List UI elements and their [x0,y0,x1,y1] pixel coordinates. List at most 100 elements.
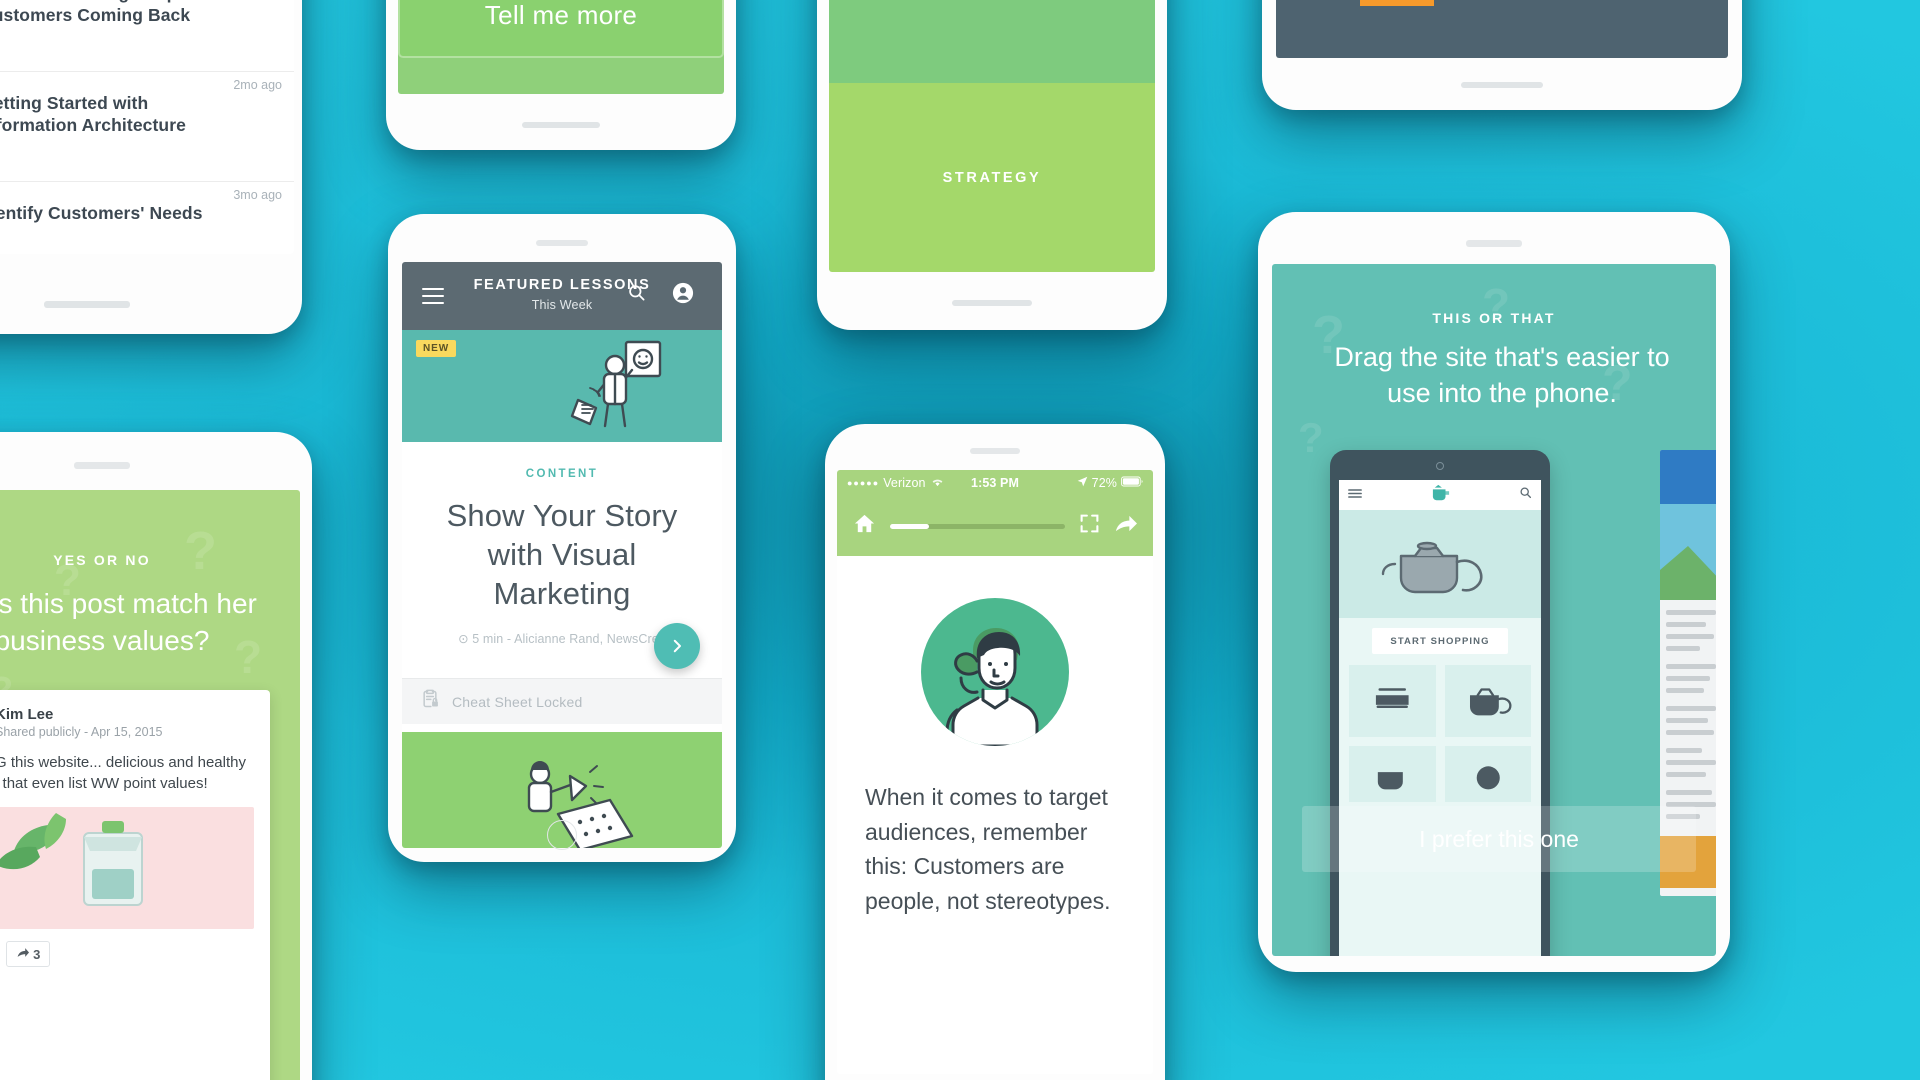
earpiece-speaker [1466,240,1522,247]
lesson-progress-bar[interactable] [890,523,1065,529]
lesson-category: CONTENT [525,468,599,480]
tell-me-more-screen: Tell me more [398,0,724,94]
search-icon[interactable] [627,283,646,307]
categories-screen: MEASUREMENT STRATEGY [829,0,1155,272]
prefer-this-one-button[interactable]: I prefer this one [1302,806,1696,872]
lesson-title: How Remarketing Keeps Customers Coming B… [0,0,191,26]
tell-me-more-button[interactable]: Tell me more [398,0,724,58]
ios-status-bar: ●●●●● Verizon 1:53 PM 72% [837,470,1153,496]
mini-product-grid [1339,654,1541,737]
share-icon[interactable] [1114,512,1137,540]
yes-or-no-phone: ? ? ? ? ? ? ✕ YES OR NO Does this post m… [0,432,312,1080]
yes-or-no-kicker: YES OR NO [53,552,151,568]
post-author: Kim Lee [0,706,54,723]
lessons-list[interactable]: Target, Pitch, and Win Over the Media [0,0,294,254]
person-holding-photo-illustration [560,338,670,439]
puzzle-piece-orange [1360,0,1434,6]
post-meta: Shared publicly - Apr 15, 2015 [0,725,163,739]
mini-site-header [1339,480,1541,510]
categories-phone: MEASUREMENT STRATEGY [817,0,1167,330]
category-band-measurement[interactable]: MEASUREMENT [829,0,1155,84]
featured-lessons-phone: FEATURED LESSONS This Week NEW CONTENT S… [388,214,736,862]
list-item[interactable]: Getting Started with Information Archite… [0,72,294,182]
search-icon[interactable] [1519,486,1532,504]
post-image [0,807,254,929]
post-text: LOVING this website... delicious and hea… [0,754,246,792]
earpiece-speaker [970,448,1020,454]
next-lesson-button[interactable] [654,623,700,670]
screenshot-stage: Target, Pitch, and Win Over the Media [0,0,1920,1080]
post-header: Kim Lee Shared publicly - Apr 15, 2015 [0,706,254,740]
clock-label: 1:53 PM [971,476,1019,490]
lesson-illustration [837,556,1153,746]
earpiece-speaker [536,240,588,246]
tell-me-more-phone: Tell me more [386,0,736,150]
cheat-sheet-row[interactable]: Cheat Sheet Locked [402,678,722,724]
product-tile-3[interactable] [1349,746,1436,802]
puzzle-screen [1276,0,1728,58]
lesson-card-screen: ●●●●● Verizon 1:53 PM 72% When it comes … [837,470,1153,1074]
product-tile-press[interactable] [1349,665,1436,737]
list-item[interactable]: Identify Customers' Needs 3mo ago [0,182,294,254]
fullscreen-icon[interactable] [1079,513,1100,539]
share-arrow-icon [16,946,30,962]
home-indicator [522,122,600,128]
share-count: 3 [33,946,41,962]
person-thinking-illustration [921,598,1069,746]
lessons-list-phone: Target, Pitch, and Win Over the Media [0,0,302,334]
lesson-body-text: When it comes to target audiences, remem… [865,784,1111,914]
product-tile-teapot[interactable] [1444,665,1531,737]
lesson-title: Getting Started with Information Archite… [0,93,186,136]
home-indicator [44,301,130,308]
mini-phone-screen: START SHOPPING [1339,480,1541,956]
post-stats: +12 3 [0,941,254,967]
mini-product-grid-2 [1339,737,1541,802]
puzzle-phone [1262,0,1742,110]
lesson-title: Identify Customers' Needs [0,203,203,223]
this-or-that-screen: ? ? ? ? THIS OR THAT Drag the site that'… [1272,264,1716,956]
teapot-logo-icon [1429,484,1453,507]
social-post-card[interactable]: Kim Lee Shared publicly - Apr 15, 2015 L… [0,690,270,1080]
lesson-meta-text: 5 min - Alicianne Rand, NewsCred [472,632,666,647]
mini-site-hero [1339,510,1541,618]
hamburger-icon[interactable] [1348,486,1362,504]
yes-or-no-screen: ? ? ? ? ? ? ✕ YES OR NO Does this post m… [0,490,300,1080]
earpiece-speaker [74,462,130,469]
yes-or-no-question: Does this post match her business values… [0,588,257,656]
product-tile-4[interactable] [1444,746,1531,802]
this-or-that-phone: ? ? ? ? THIS OR THAT Drag the site that'… [1258,212,1730,972]
start-shopping-label: START SHOPPING [1390,635,1490,647]
this-or-that-instruction: Drag the site that's easier to use into … [1334,342,1670,408]
mini-phone-mockup[interactable]: START SHOPPING [1330,450,1550,956]
new-badge: NEW [416,340,457,357]
puzzle-pieces-row[interactable] [1276,0,1728,36]
lesson-timestamp: 2mo ago [233,78,282,92]
mini-phone-camera [1436,462,1444,470]
featured-lessons-screen: FEATURED LESSONS This Week NEW CONTENT S… [402,262,722,848]
lesson-timestamp: 3mo ago [233,188,282,202]
home-button[interactable] [547,820,577,850]
this-or-that-kicker: THIS OR THAT [1432,310,1556,326]
share-stat[interactable]: 3 [6,941,51,967]
home-indicator [952,300,1032,306]
cheat-sheet-label: Cheat Sheet Locked [452,693,583,710]
lesson-title: Show Your Story with Visual Marketing [446,498,678,612]
lesson-body: CONTENT Show Your Story with Visual Mark… [402,442,722,670]
lesson-toolbar [837,496,1153,556]
app-bar: FEATURED LESSONS This Week [402,262,722,330]
home-icon[interactable] [853,512,876,540]
lesson-hero[interactable]: NEW [402,330,722,442]
list-item[interactable]: How Remarketing Keeps Customers Coming B… [0,0,294,72]
tell-me-more-label: Tell me more [484,0,638,30]
account-circle-icon[interactable] [672,282,694,309]
home-indicator [1461,82,1543,88]
start-shopping-button[interactable]: START SHOPPING [1372,628,1508,654]
category-band-strategy[interactable]: STRATEGY [829,83,1155,272]
category-label: STRATEGY [942,169,1042,186]
prefer-this-one-label: I prefer this one [1419,825,1579,852]
lessons-list-screen: Target, Pitch, and Win Over the Media [0,0,294,254]
clipboard-lock-icon [420,689,440,714]
clock-icon: ⊙ [458,632,473,647]
lesson-progress-fill [890,523,929,529]
lesson-card-phone: ●●●●● Verizon 1:53 PM 72% When it comes … [825,424,1165,1080]
